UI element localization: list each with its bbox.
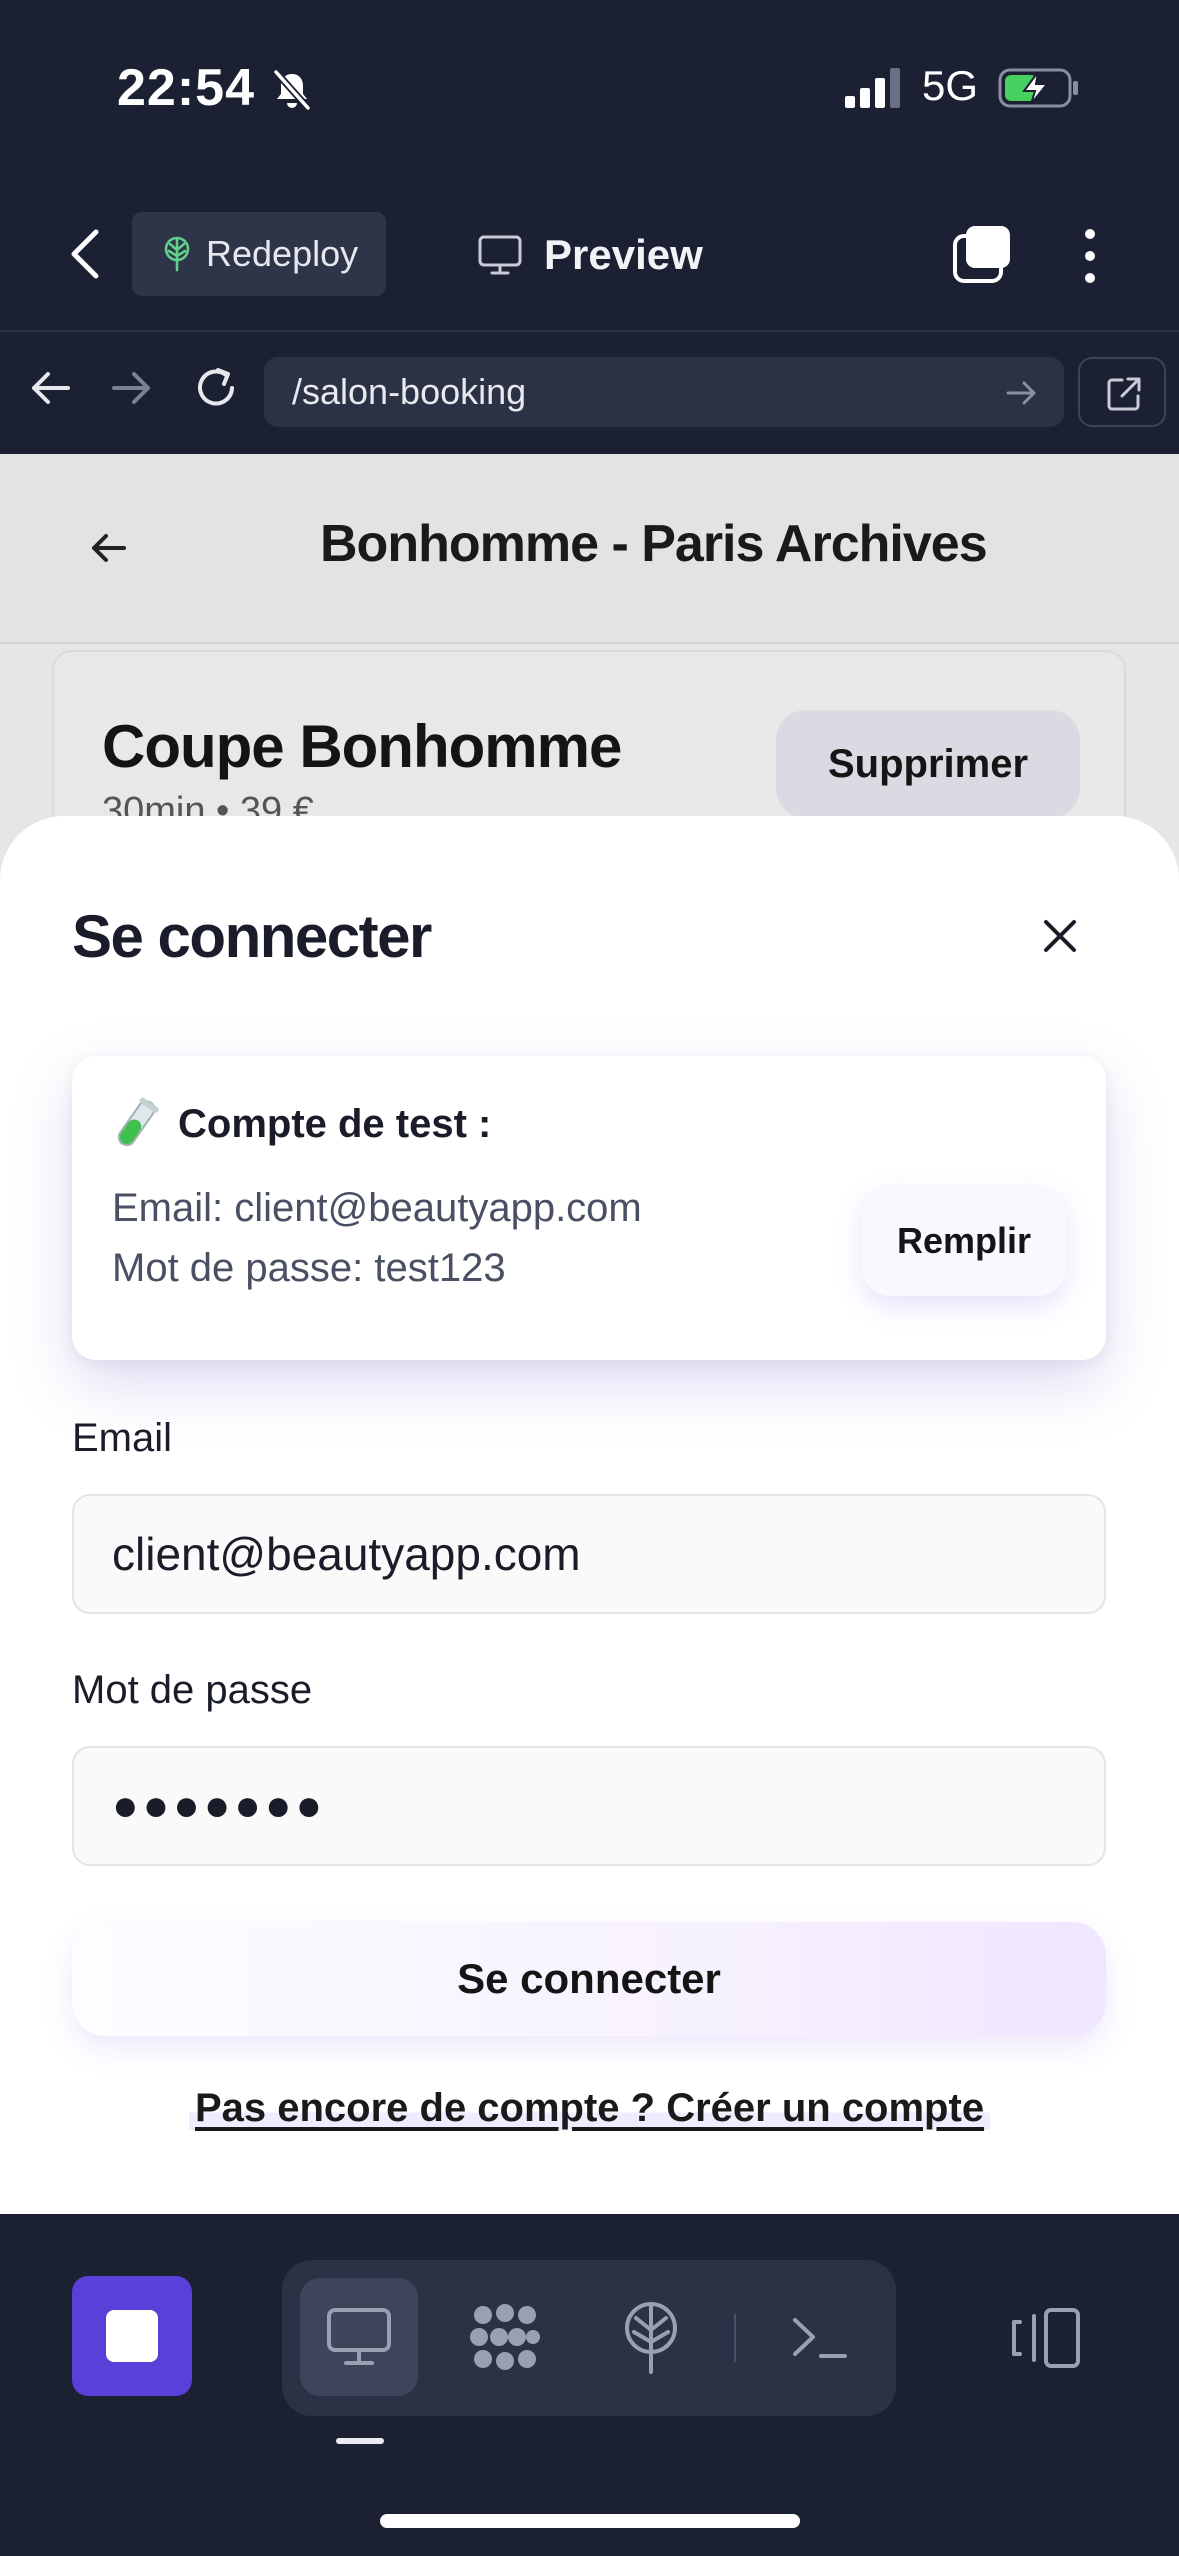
redeploy-button[interactable]: Redeploy xyxy=(132,212,386,296)
silent-bell-icon xyxy=(273,69,311,111)
test-password-line: Mot de passe: test123 xyxy=(112,1246,506,1290)
redeploy-label: Redeploy xyxy=(206,233,359,274)
monitor-icon xyxy=(478,235,522,275)
active-tool-indicator xyxy=(336,2438,384,2444)
tabs-icon[interactable] xyxy=(952,224,1012,284)
reload-icon[interactable] xyxy=(188,360,244,416)
test-account-heading: Compte de test : xyxy=(110,1096,491,1152)
email-value: client@beautyapp.com xyxy=(112,1528,581,1580)
email-label: Email xyxy=(72,1416,173,1460)
password-label: Mot de passe xyxy=(72,1668,313,1712)
deploy-tree-icon xyxy=(164,236,190,272)
password-value: ●●●●●●● xyxy=(112,1781,327,1830)
more-options-icon[interactable] xyxy=(1070,226,1110,286)
login-sheet: Se connecter Compte de test : Email: cli… xyxy=(0,816,1179,2214)
monitor-icon xyxy=(327,2308,391,2365)
status-time: 22:54 xyxy=(117,59,255,117)
login-button[interactable]: Se connecter xyxy=(72,1922,1106,2036)
home-indicator[interactable] xyxy=(380,2514,800,2528)
deploy-icon xyxy=(625,2302,677,2374)
tool-deploy[interactable] xyxy=(592,2278,710,2396)
preview-label: Preview xyxy=(544,231,703,278)
tool-preview[interactable] xyxy=(300,2278,418,2396)
email-field[interactable]: client@beautyapp.com xyxy=(72,1494,1106,1614)
browser-forward-icon[interactable] xyxy=(104,360,160,416)
fill-credentials-button[interactable]: Remplir xyxy=(862,1186,1066,1296)
test-account-title: Compte de test : xyxy=(178,1101,492,1146)
divider xyxy=(0,330,1179,332)
url-text: /salon-booking xyxy=(292,371,527,412)
preview-tab[interactable]: Preview xyxy=(478,222,703,288)
page-back-arrow-icon[interactable] xyxy=(84,524,132,572)
signup-link[interactable]: Pas encore de compte ? Créer un compte xyxy=(0,2086,1179,2131)
tool-apps[interactable] xyxy=(446,2278,564,2396)
external-link-icon xyxy=(1107,377,1141,411)
network-type: 5G xyxy=(922,62,979,109)
bottom-toolbar xyxy=(0,2214,1179,2556)
terminal-icon xyxy=(793,2318,847,2358)
go-arrow-icon[interactable] xyxy=(1002,373,1042,413)
status-bar: 22:54 5G xyxy=(0,0,1179,175)
tool-group xyxy=(282,2260,896,2416)
password-field[interactable]: ●●●●●●● xyxy=(72,1746,1106,1866)
test-account-card: Compte de test : Email: client@beautyapp… xyxy=(72,1056,1106,1360)
test-tube-icon xyxy=(117,1097,159,1147)
signup-link-text[interactable]: Pas encore de compte ? Créer un compte xyxy=(188,2086,991,2130)
sheet-title: Se connecter xyxy=(72,903,432,970)
tool-terminal[interactable] xyxy=(760,2278,878,2396)
battery-charging-icon xyxy=(998,68,1078,108)
page-title: Bonhomme - Paris Archives xyxy=(320,515,988,573)
apps-icon xyxy=(470,2304,540,2370)
back-chevron-icon[interactable] xyxy=(62,226,108,282)
url-bar[interactable]: /salon-booking xyxy=(264,357,1064,427)
stop-button[interactable] xyxy=(72,2276,192,2396)
side-panel-icon[interactable] xyxy=(1010,2306,1082,2370)
browser-back-icon[interactable] xyxy=(22,360,78,416)
signal-icon xyxy=(845,68,900,108)
test-email-line: Email: client@beautyapp.com xyxy=(112,1186,642,1230)
page-header: Bonhomme - Paris Archives xyxy=(0,454,1179,644)
delete-service-button[interactable]: Supprimer xyxy=(776,710,1080,818)
service-name: Coupe Bonhomme xyxy=(102,713,622,780)
close-icon[interactable] xyxy=(1038,914,1082,958)
open-external-button[interactable] xyxy=(1078,357,1166,427)
tool-separator xyxy=(734,2314,736,2362)
